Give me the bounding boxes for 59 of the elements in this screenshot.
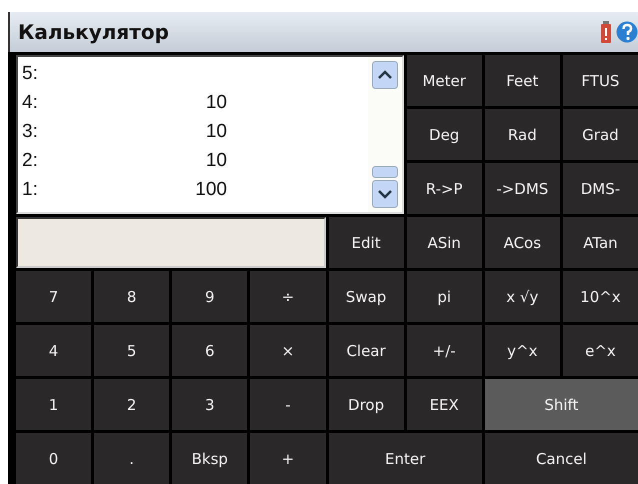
input-field[interactable] [16, 217, 326, 268]
calculator-key[interactable]: 4 [16, 325, 92, 376]
stack-level-label: 2: [22, 150, 39, 172]
calculator-key[interactable]: Cancel [484, 433, 638, 484]
stack-level-label: 4: [22, 92, 39, 114]
calculator-key[interactable]: e^x [562, 325, 638, 376]
calculator-key[interactable]: R->P [406, 163, 482, 214]
help-icon[interactable] [616, 20, 638, 44]
window-title: Калькулятор [18, 20, 170, 44]
scroll-up-icon[interactable] [372, 61, 398, 89]
calculator-key[interactable]: 7 [16, 271, 92, 322]
calculator-key[interactable]: ASin [406, 217, 482, 268]
calculator-key[interactable]: EEX [406, 379, 482, 430]
calculator-key[interactable]: 8 [94, 271, 170, 322]
calculator-key[interactable]: 2 [94, 379, 170, 430]
calculator-key[interactable]: DMS- [562, 163, 638, 214]
calculator-key[interactable]: 1 [16, 379, 92, 430]
scrollbar-thumb-icon[interactable] [372, 166, 398, 178]
battery-icon [600, 21, 612, 43]
calculator-key[interactable]: Meter [406, 55, 482, 106]
stack-level-label: 3: [22, 120, 39, 142]
calculator-key[interactable]: 10^x [562, 271, 638, 322]
calculator-key[interactable]: pi [406, 271, 482, 322]
stack-value: 100 [194, 178, 227, 200]
calculator-key[interactable]: 6 [172, 325, 248, 376]
stack-value: 10 [204, 92, 227, 114]
calculator-key[interactable]: +/- [406, 325, 482, 376]
calculator-key[interactable]: y^x [484, 325, 560, 376]
calculator-key[interactable]: 3 [172, 379, 248, 430]
stack-level-label: 1: [22, 178, 39, 200]
stack-list[interactable]: 5: 4: 10 3: 10 2: 10 1: 100 [16, 55, 404, 214]
calculator-key[interactable]: - [250, 379, 326, 430]
calculator-key[interactable]: x √y [484, 271, 560, 322]
calculator-key[interactable]: Drop [328, 379, 404, 430]
scroll-down-icon[interactable] [372, 180, 398, 208]
calculator-key[interactable]: Feet [484, 55, 560, 106]
stack-level-label: 5: [22, 62, 39, 84]
calculator-key[interactable]: Swap [328, 271, 404, 322]
calculator-key[interactable]: 9 [172, 271, 248, 322]
calculator-key[interactable]: ATan [562, 217, 638, 268]
calculator-key[interactable]: Edit [328, 217, 404, 268]
calculator-key[interactable]: + [250, 433, 326, 484]
calculator-key[interactable]: 0 [16, 433, 92, 484]
calculator-key[interactable]: Clear [328, 325, 404, 376]
calculator-key[interactable]: 5 [94, 325, 170, 376]
calculator-key[interactable]: FTUS [562, 55, 638, 106]
calculator-key[interactable]: Shift [484, 379, 638, 430]
calculator-key[interactable]: × [250, 325, 326, 376]
calculator-key[interactable]: ÷ [250, 271, 326, 322]
stack-value: 10 [204, 150, 227, 172]
calculator-key[interactable]: Rad [484, 109, 560, 160]
calculator-key[interactable]: Bksp [172, 433, 248, 484]
stack-value: 10 [204, 120, 227, 142]
calculator-key[interactable]: Enter [328, 433, 482, 484]
calculator-key[interactable]: Grad [562, 109, 638, 160]
calculator-key[interactable]: ACos [484, 217, 560, 268]
calculator-key[interactable]: Deg [406, 109, 482, 160]
calculator-key[interactable]: . [94, 433, 170, 484]
calculator-key[interactable]: ->DMS [484, 163, 560, 214]
